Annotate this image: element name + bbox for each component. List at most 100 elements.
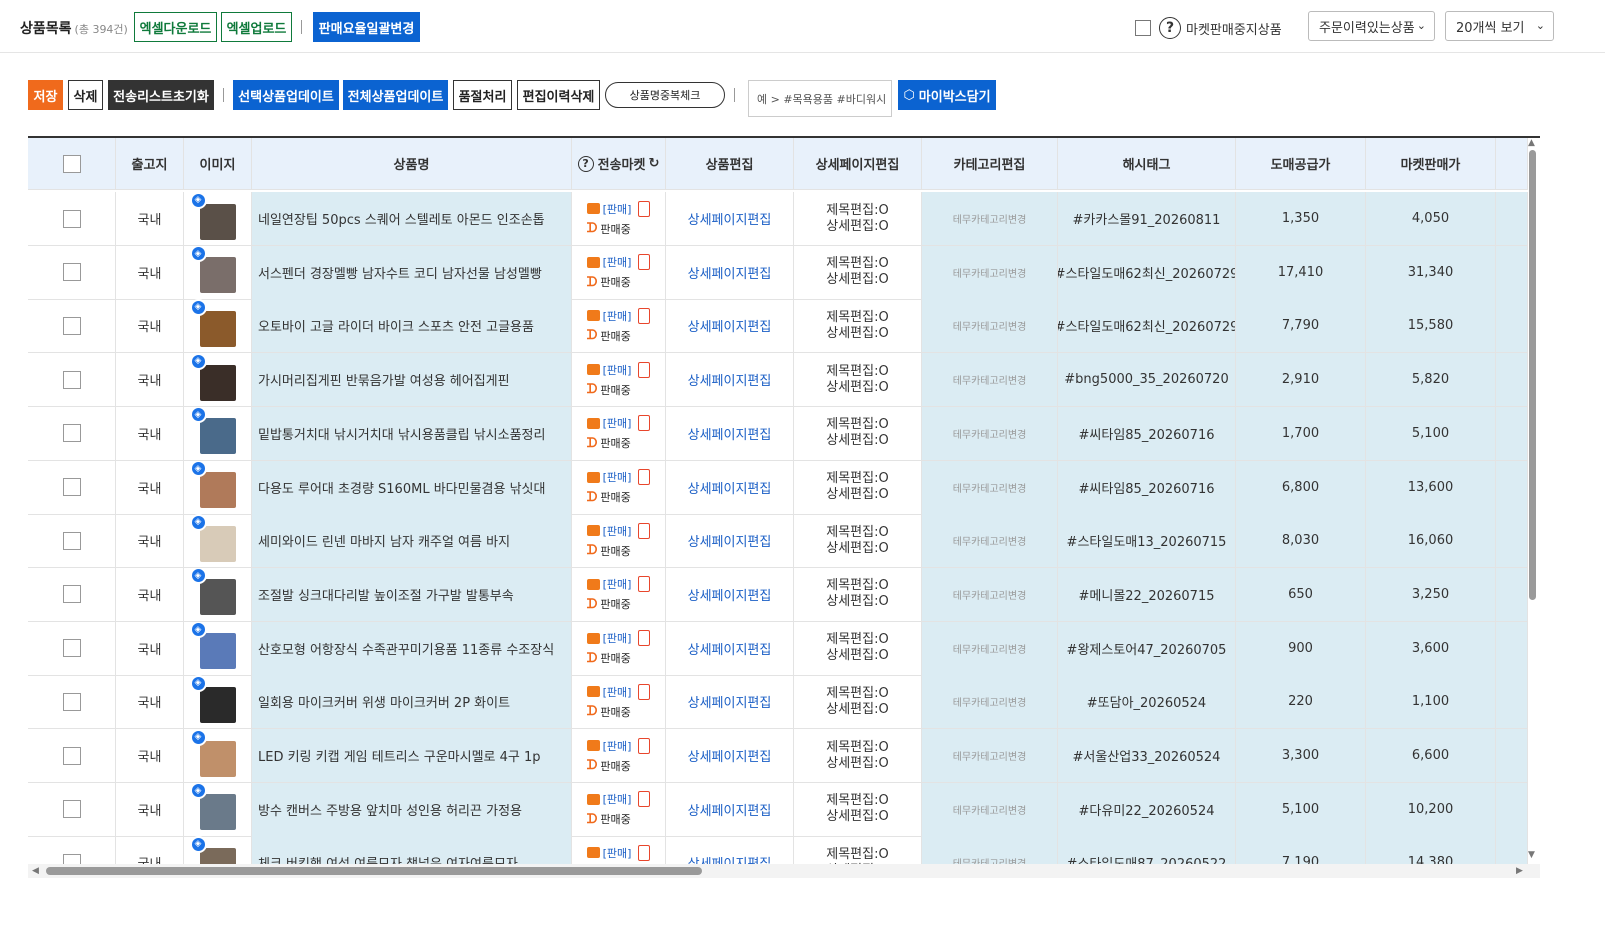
vertical-scrollbar[interactable]: ▲ ▼ (1526, 136, 1540, 864)
sell-tag[interactable]: [판매] (603, 738, 632, 754)
detail-page-edit-link[interactable]: 상세페이지편집 (688, 263, 772, 282)
row-checkbox[interactable] (62, 370, 81, 389)
document-icon[interactable] (638, 522, 651, 539)
sell-tag[interactable]: [판매] (603, 469, 632, 485)
scroll-right-icon[interactable]: ▶ (1516, 866, 1523, 876)
row-checkbox[interactable] (62, 639, 81, 658)
product-thumbnail[interactable]: ◈ (189, 675, 236, 723)
document-icon[interactable] (638, 844, 651, 861)
document-icon[interactable] (638, 469, 651, 485)
document-icon[interactable] (638, 307, 651, 324)
order-filter-select[interactable]: 주문이력있는상품 ⌄ (1308, 11, 1435, 41)
product-thumbnail[interactable]: ◈ (189, 192, 236, 240)
market-stopped-checkbox[interactable] (1135, 20, 1151, 36)
sell-tag[interactable]: [판매] (603, 576, 632, 592)
row-checkbox[interactable] (62, 853, 81, 864)
sell-tag[interactable]: [판매] (603, 254, 632, 270)
reset-list-button[interactable]: 전송리스트초기화 (108, 80, 214, 110)
category-change-button[interactable]: 테무카테고리변경 (953, 641, 1027, 656)
mybox-button[interactable]: ⬡ 마이박스담기 (898, 80, 996, 110)
product-name[interactable]: LED 키링 키캡 게임 테트리스 구운마시멜로 4구 1p (252, 729, 572, 783)
product-name[interactable]: 산호모형 어항장식 수족관꾸미기용품 11종류 수조장식 (252, 621, 572, 676)
scroll-down-icon[interactable]: ▼ (1528, 850, 1535, 860)
product-thumbnail[interactable]: ◈ (189, 836, 236, 864)
document-icon[interactable] (638, 576, 651, 593)
product-name[interactable]: 세미와이드 린넨 마바지 남자 캐주얼 여름 바지 (252, 514, 572, 569)
sell-tag[interactable]: [판매] (603, 201, 632, 217)
detail-page-edit-link[interactable]: 상세페이지편집 (688, 370, 772, 389)
product-name[interactable]: 일회용 마이크커버 위생 마이크커버 2P 화이트 (252, 675, 572, 730)
dup-check-button[interactable]: 상품명중복체크 (605, 82, 725, 108)
document-icon[interactable] (638, 683, 651, 700)
delete-button[interactable]: 삭제 (68, 80, 103, 110)
document-icon[interactable] (638, 254, 651, 271)
select-all-checkbox[interactable] (62, 154, 81, 173)
document-icon[interactable] (638, 630, 651, 647)
detail-page-edit-link[interactable]: 상세페이지편집 (688, 800, 772, 819)
row-checkbox[interactable] (62, 209, 81, 228)
product-name[interactable]: 밑밥통거치대 낚시거치대 낚시용품클립 낚시소품정리 (252, 406, 572, 461)
category-change-button[interactable]: 테무카테고리변경 (953, 372, 1027, 387)
excel-download-button[interactable]: 엑셀다운로드 (134, 12, 217, 42)
refresh-icon[interactable]: ↻ (648, 156, 659, 171)
detail-page-edit-link[interactable]: 상세페이지편집 (688, 316, 772, 335)
help-icon[interactable]: ? (1159, 17, 1181, 39)
product-thumbnail[interactable]: ◈ (189, 245, 236, 294)
product-thumbnail[interactable]: ◈ (189, 567, 236, 616)
product-name[interactable]: 네일연장팁 50pcs 스퀘어 스텔레토 아몬드 인조손톱 (252, 192, 572, 246)
sell-tag[interactable]: [판매] (603, 845, 632, 861)
row-checkbox[interactable] (62, 424, 81, 443)
product-name[interactable]: 조절발 싱크대다리발 높이조절 가구발 발통부속 (252, 567, 572, 622)
row-checkbox[interactable] (62, 746, 81, 765)
category-change-button[interactable]: 테무카테고리변경 (953, 533, 1027, 548)
help-icon[interactable]: ? (577, 155, 594, 172)
scroll-left-icon[interactable]: ◀ (32, 866, 39, 876)
document-icon[interactable] (638, 415, 651, 432)
soldout-button[interactable]: 품절처리 (453, 80, 512, 110)
product-thumbnail[interactable]: ◈ (189, 406, 236, 455)
sell-tag[interactable]: [판매] (603, 362, 632, 378)
product-name[interactable]: 가시머리집게핀 반묶음가발 여성용 헤어집게핀 (252, 353, 572, 408)
hashtag-input[interactable]: 예 > #목욕용품 #바디워시 (748, 80, 892, 117)
category-change-button[interactable]: 테무카테고리변경 (953, 318, 1027, 333)
category-change-button[interactable]: 테무카테고리변경 (953, 480, 1027, 495)
row-checkbox[interactable] (62, 585, 81, 604)
product-thumbnail[interactable]: ◈ (189, 460, 236, 508)
row-checkbox[interactable] (62, 800, 81, 819)
row-checkbox[interactable] (62, 531, 81, 550)
product-name[interactable]: 서스펜더 경장멜빵 남자수트 코디 남자선물 남성멜빵 (252, 245, 572, 300)
category-change-button[interactable]: 테무카테고리변경 (953, 426, 1027, 441)
sell-tag[interactable]: [판매] (603, 415, 632, 431)
sell-tag[interactable]: [판매] (603, 523, 632, 539)
product-thumbnail[interactable]: ◈ (189, 514, 236, 562)
detail-page-edit-link[interactable]: 상세페이지편집 (688, 692, 772, 711)
row-checkbox[interactable] (62, 692, 81, 711)
category-change-button[interactable]: 테무카테고리변경 (953, 748, 1027, 763)
per-page-select[interactable]: 20개씩 보기 ⌄ (1445, 11, 1554, 41)
product-thumbnail[interactable]: ◈ (189, 621, 236, 670)
sell-tag[interactable]: [판매] (603, 791, 632, 807)
detail-page-edit-link[interactable]: 상세페이지편집 (688, 424, 772, 443)
document-icon[interactable] (638, 737, 651, 754)
detail-page-edit-link[interactable]: 상세페이지편집 (688, 746, 772, 765)
document-icon[interactable] (638, 361, 651, 378)
product-thumbnail[interactable]: ◈ (189, 782, 236, 831)
detail-page-edit-link[interactable]: 상세페이지편집 (688, 531, 772, 550)
horizontal-scroll-thumb[interactable] (46, 867, 702, 875)
category-change-button[interactable]: 테무카테고리변경 (953, 587, 1027, 602)
category-change-button[interactable]: 테무카테고리변경 (953, 802, 1027, 817)
row-checkbox[interactable] (62, 316, 81, 335)
category-change-button[interactable]: 테무카테고리변경 (953, 694, 1027, 709)
row-checkbox[interactable] (62, 263, 81, 282)
update-selected-button[interactable]: 선택상품업데이트 (233, 80, 339, 110)
detail-page-edit-link[interactable]: 상세페이지편집 (688, 209, 772, 228)
detail-page-edit-link[interactable]: 상세페이지편집 (688, 585, 772, 604)
update-all-button[interactable]: 전체상품업데이트 (343, 80, 448, 110)
detail-page-edit-link[interactable]: 상세페이지편집 (688, 853, 772, 864)
document-icon[interactable] (638, 791, 651, 808)
category-change-button[interactable]: 테무카테고리변경 (953, 265, 1027, 280)
category-change-button[interactable]: 테무카테고리변경 (953, 855, 1027, 864)
detail-page-edit-link[interactable]: 상세페이지편집 (688, 478, 772, 497)
sell-tag[interactable]: [판매] (603, 630, 632, 646)
vertical-scroll-thumb[interactable] (1529, 150, 1536, 600)
